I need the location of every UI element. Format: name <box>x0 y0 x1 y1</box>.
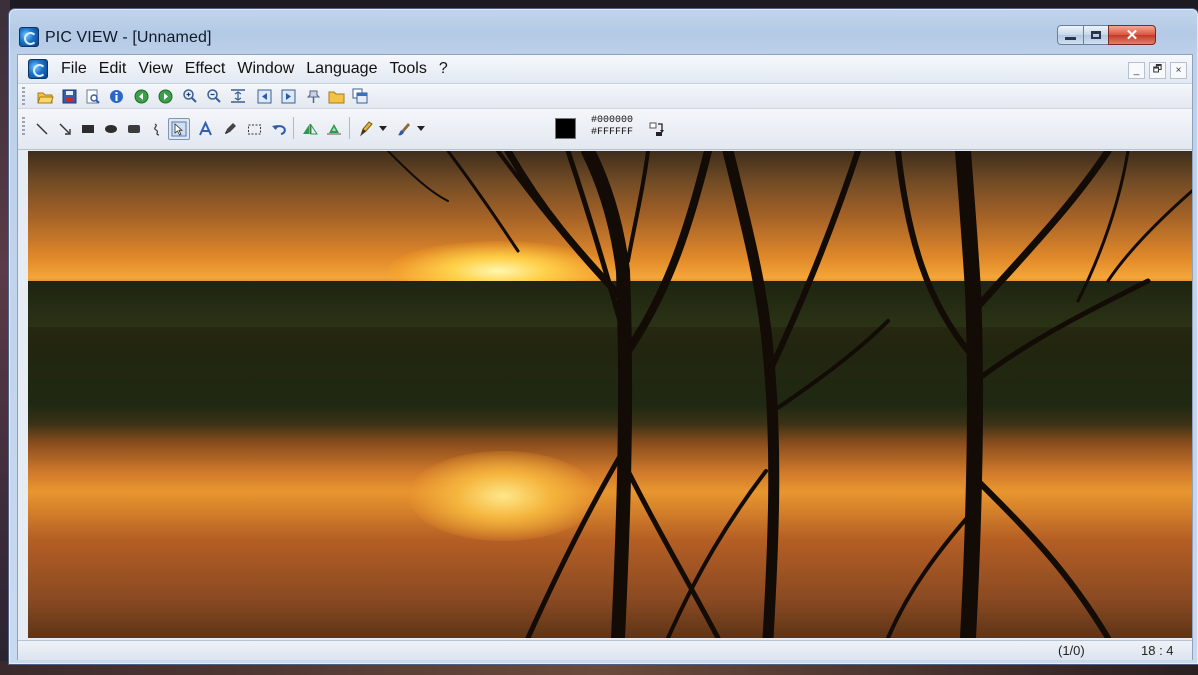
arrow-line-icon[interactable] <box>55 119 75 139</box>
foreground-color-swatch[interactable] <box>555 118 576 139</box>
foreground-color-hex: #000000 <box>591 115 634 126</box>
select-object-icon[interactable] <box>168 118 190 140</box>
menu-items: File Edit View Effect Window Language To… <box>60 60 459 78</box>
toolbar-separator <box>293 117 294 139</box>
previous-icon[interactable] <box>131 86 151 106</box>
swap-colors-icon[interactable] <box>647 119 667 139</box>
first-page-icon[interactable] <box>254 86 274 106</box>
undo-icon[interactable] <box>268 119 288 139</box>
menu-effect[interactable]: Effect <box>184 60 227 78</box>
brush-dropdown-icon[interactable] <box>414 119 428 139</box>
ratio-indicator: 18 : 4 <box>1141 643 1174 658</box>
menu-edit[interactable]: Edit <box>98 60 128 78</box>
drawing-toolbar: #000000 #FFFFFF <box>18 109 1192 150</box>
document-icon[interactable] <box>28 59 48 79</box>
page-indicator: (1/0) <box>1058 643 1085 658</box>
app-window: PIC VIEW - [Unnamed] ✕ File Edit View Ef… <box>8 8 1198 665</box>
menu-language[interactable]: Language <box>305 60 378 78</box>
print-preview-icon[interactable] <box>82 86 102 106</box>
zoom-out-icon[interactable] <box>204 86 224 106</box>
app-logo-icon[interactable] <box>19 27 39 47</box>
last-page-icon[interactable] <box>278 86 298 106</box>
mdi-minimize-button[interactable]: _ <box>1128 62 1145 79</box>
folder-icon[interactable] <box>326 86 346 106</box>
selection-rectangle-icon[interactable] <box>244 119 264 139</box>
close-icon: ✕ <box>1125 27 1139 44</box>
freehand-icon[interactable] <box>148 119 168 139</box>
flip-right-icon[interactable] <box>324 119 344 139</box>
window-title: PIC VIEW - [Unnamed] <box>45 29 212 46</box>
info-icon[interactable] <box>106 86 126 106</box>
zoom-in-icon[interactable] <box>180 86 200 106</box>
image-canvas[interactable] <box>28 151 1192 638</box>
menu-file[interactable]: File <box>60 60 88 78</box>
background-color-hex: #FFFFFF <box>591 127 634 138</box>
text-icon[interactable] <box>196 119 216 139</box>
maximize-button[interactable] <box>1083 25 1109 45</box>
line-icon[interactable] <box>32 119 52 139</box>
tree-silhouettes <box>387 151 1192 638</box>
pencil-dropdown-icon[interactable] <box>376 119 390 139</box>
minimize-button[interactable] <box>1057 25 1084 45</box>
pin-icon[interactable] <box>303 86 323 106</box>
ellipse-icon[interactable] <box>101 119 121 139</box>
menu-tools[interactable]: Tools <box>388 60 427 78</box>
toolbar-grip[interactable] <box>22 87 25 105</box>
toolbar-grip[interactable] <box>22 117 25 135</box>
flip-left-icon[interactable] <box>300 119 320 139</box>
copy-window-icon[interactable] <box>350 86 370 106</box>
client-area: File Edit View Effect Window Language To… <box>17 54 1193 660</box>
minimize-icon <box>1065 37 1076 40</box>
save-icon[interactable] <box>59 86 79 106</box>
main-toolbar <box>18 84 1192 109</box>
filled-rectangle-icon[interactable] <box>78 119 98 139</box>
menu-bar: File Edit View Effect Window Language To… <box>18 55 1192 84</box>
title-bar[interactable]: PIC VIEW - [Unnamed] ✕ <box>9 9 1198 53</box>
brush-icon[interactable] <box>394 119 414 139</box>
pen-icon[interactable] <box>220 119 240 139</box>
menu-view[interactable]: View <box>137 60 173 78</box>
rounded-rectangle-icon[interactable] <box>124 119 144 139</box>
fit-icon[interactable] <box>228 86 248 106</box>
menu-help[interactable]: ? <box>438 60 449 78</box>
next-icon[interactable] <box>155 86 175 106</box>
status-bar: (1/0) 18 : 4 <box>18 640 1192 660</box>
toolbar-separator <box>349 117 350 139</box>
maximize-icon <box>1091 31 1101 39</box>
menu-window[interactable]: Window <box>236 60 295 78</box>
pencil-icon[interactable] <box>356 119 376 139</box>
open-folder-icon[interactable] <box>35 86 55 106</box>
mdi-restore-button[interactable]: 🗗 <box>1149 62 1166 79</box>
mdi-close-button[interactable]: × <box>1170 62 1187 79</box>
close-button[interactable]: ✕ <box>1108 25 1156 45</box>
